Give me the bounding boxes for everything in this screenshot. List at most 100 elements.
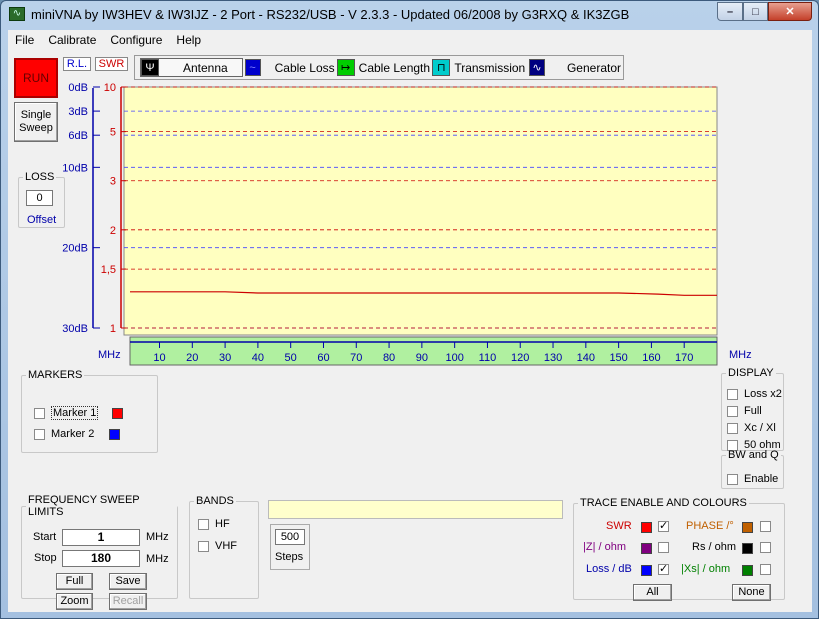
markers-title: MARKERS — [28, 369, 83, 381]
rl-tick-label: 20dB — [62, 243, 88, 255]
tab-transmission[interactable]: ⊓ Transmission — [432, 58, 527, 77]
tab-generator[interactable]: ∿ Generator — [529, 58, 621, 77]
marker-1-color[interactable] — [112, 407, 124, 419]
mode-tabs: Ψ Antenna ~ Cable Loss ↦ Cable Length ⊓ … — [134, 55, 624, 80]
tab-antenna[interactable]: Ψ Antenna — [140, 58, 243, 77]
start-unit: MHz — [146, 531, 169, 543]
x-tick-label: 10 — [153, 352, 165, 364]
trace-loss-color[interactable] — [641, 565, 652, 576]
trace-xs-color[interactable] — [742, 565, 753, 576]
trace-swr-label: SWR — [606, 520, 632, 532]
marker-1-row: Marker 1 — [34, 406, 124, 420]
full-checkbox[interactable] — [727, 405, 738, 417]
bands-group: BANDS HF VHF — [189, 495, 259, 599]
marker-2-label[interactable]: Marker 2 — [51, 428, 94, 440]
marker-1-label[interactable]: Marker 1 — [51, 406, 99, 420]
swr-scale-label[interactable]: SWR — [95, 57, 128, 71]
bw-q-group: BW and Q Enable — [721, 449, 784, 489]
tab-cable-loss-label: Cable Loss — [274, 60, 335, 75]
steps-input[interactable]: 500 — [275, 529, 305, 545]
trace-rs-label: Rs / ohm — [692, 541, 737, 553]
close-button[interactable]: ✕ — [768, 2, 812, 21]
markers-group: MARKERS Marker 1 Marker 2 — [21, 369, 158, 453]
trace-xs-checkbox[interactable] — [760, 564, 771, 575]
swr-chart[interactable]: 0dB 3dB 6dB 10dB 20dB 30dB 10 5 3 2 1,5 1 10 20 30 40… — [8, 80, 812, 380]
x-tick-label: 70 — [350, 352, 362, 364]
bands-title: BANDS — [196, 495, 234, 507]
maximize-button[interactable]: □ — [743, 2, 768, 21]
x-tick-label: 160 — [642, 352, 660, 364]
trace-z-label: |Z| / ohm — [583, 541, 627, 553]
menu-bar: File Calibrate Configure Help — [8, 30, 812, 50]
menu-calibrate[interactable]: Calibrate — [41, 30, 103, 50]
trace-phase-color[interactable] — [742, 522, 753, 533]
rl-tick-label: 3dB — [68, 106, 88, 118]
x-tick-label: 100 — [445, 352, 463, 364]
antenna-icon: Ψ — [141, 59, 159, 76]
menu-file[interactable]: File — [8, 30, 41, 50]
trace-phase-label: PHASE /° — [686, 520, 734, 532]
marker-1-checkbox[interactable] — [34, 407, 45, 419]
trace-z-color[interactable] — [641, 543, 652, 554]
swr-tick-label: 1 — [110, 323, 116, 335]
rl-scale-label[interactable]: R.L. — [63, 57, 91, 71]
full-button[interactable]: Full — [56, 573, 93, 590]
trace-loss-label: Loss / dB — [586, 563, 632, 575]
trace-rs-color[interactable] — [742, 543, 753, 554]
x-tick-label: 30 — [219, 352, 231, 364]
x-tick-label: 110 — [479, 352, 497, 364]
stop-frequency-input[interactable]: 180 — [62, 550, 140, 567]
tab-cable-length-label: Cable Length — [358, 60, 431, 75]
app-icon: ∿ — [9, 7, 25, 21]
tab-transmission-label: Transmission — [454, 60, 526, 75]
trace-group: TRACE ENABLE AND COLOURS SWR PHASE /° |Z… — [573, 497, 785, 601]
swr-tick-label: 1,5 — [101, 264, 116, 276]
trace-loss-checkbox[interactable] — [658, 562, 669, 575]
trace-rs-checkbox[interactable] — [760, 542, 771, 553]
stop-unit: MHz — [146, 553, 169, 565]
tab-cable-length[interactable]: ↦ Cable Length — [336, 58, 431, 77]
hf-checkbox[interactable] — [198, 518, 209, 530]
zoom-button[interactable]: Zoom — [56, 593, 93, 610]
menu-help[interactable]: Help — [169, 30, 208, 50]
minimize-button[interactable]: – — [717, 2, 743, 21]
all-button[interactable]: All — [633, 584, 672, 601]
start-frequency-input[interactable]: 1 — [62, 529, 140, 546]
transmission-icon: ⊓ — [432, 59, 451, 76]
vhf-checkbox[interactable] — [198, 540, 209, 552]
marker-2-color[interactable] — [109, 428, 121, 440]
tab-generator-label: Generator — [566, 60, 621, 75]
bw-q-enable-label: Enable — [744, 473, 779, 485]
menu-configure[interactable]: Configure — [103, 30, 169, 50]
xc-xl-checkbox[interactable] — [727, 422, 738, 434]
trace-title: TRACE ENABLE AND COLOURS — [580, 497, 747, 509]
bw-q-title: BW and Q — [728, 449, 779, 461]
title-bar[interactable]: ∿ miniVNA by IW3HEV & IW3IJZ - 2 Port - … — [1, 1, 818, 29]
tab-cable-loss[interactable]: ~ Cable Loss — [244, 58, 335, 77]
generator-icon: ∿ — [529, 59, 545, 76]
none-button[interactable]: None — [732, 584, 771, 601]
trace-phase-checkbox[interactable] — [760, 521, 771, 532]
trace-z-checkbox[interactable] — [658, 542, 669, 553]
marker-2-checkbox[interactable] — [34, 428, 45, 440]
x-tick-label: 120 — [511, 352, 529, 364]
plot-area — [123, 86, 718, 336]
swr-tick-label: 3 — [110, 176, 116, 188]
bw-q-enable-checkbox[interactable] — [727, 473, 738, 485]
x-tick-label: 130 — [544, 352, 562, 364]
trace-swr-color[interactable] — [641, 522, 652, 533]
frequency-sweep-group: FREQUENCY SWEEP LIMITS Start 1 MHz Stop … — [21, 494, 178, 610]
rl-tick-label: 6dB — [68, 130, 88, 142]
loss-x2-checkbox[interactable] — [727, 388, 738, 400]
recall-button[interactable]: Recall — [109, 593, 147, 610]
x-tick-label: 80 — [383, 352, 395, 364]
save-button[interactable]: Save — [109, 573, 147, 590]
steps-group: 500 Steps — [270, 524, 310, 570]
x-tick-label: 20 — [186, 352, 198, 364]
trace-swr-checkbox[interactable] — [658, 519, 669, 532]
x-tick-label: 90 — [416, 352, 428, 364]
cable-loss-icon: ~ — [244, 59, 261, 76]
loss-x2-label: Loss x2 — [744, 388, 782, 400]
client-area: File Calibrate Configure Help RUN Single… — [8, 30, 812, 612]
steps-label: Steps — [275, 551, 304, 563]
